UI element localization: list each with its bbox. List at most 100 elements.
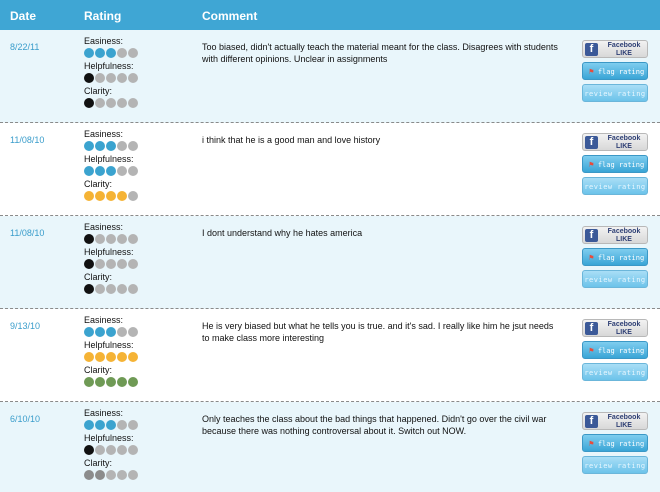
rating-date: 11/08/10 bbox=[10, 228, 45, 238]
clarity-label: Clarity: bbox=[84, 86, 113, 96]
flag-rating-button[interactable]: ⚑ flag rating bbox=[582, 434, 648, 452]
flag-rating-label: flag rating bbox=[597, 161, 645, 169]
clarity-dot bbox=[128, 470, 138, 480]
flag-icon: ⚑ bbox=[589, 253, 594, 262]
facebook-like-label-top: Facebook bbox=[607, 42, 641, 49]
facebook-like-button[interactable]: f Facebook LIKE bbox=[582, 226, 648, 244]
ratings-list: 8/22/11 Easiness: Helpfulness: Clarity: … bbox=[0, 30, 660, 492]
rating-date: 9/13/10 bbox=[10, 321, 41, 331]
clarity-dot bbox=[106, 377, 116, 387]
clarity-dot bbox=[95, 470, 105, 480]
easiness-dot bbox=[95, 420, 105, 430]
clarity-dot bbox=[128, 98, 138, 108]
easiness-dots bbox=[84, 47, 194, 59]
facebook-like-label-top: Facebook bbox=[607, 228, 641, 235]
helpfulness-dot bbox=[128, 352, 138, 362]
rating-comment: Too biased, didn't actually teach the ma… bbox=[202, 42, 558, 64]
helpfulness-dot bbox=[84, 259, 94, 269]
clarity-label: Clarity: bbox=[84, 365, 113, 375]
easiness-dot bbox=[95, 141, 105, 151]
flag-rating-label: flag rating bbox=[597, 347, 645, 355]
easiness-dot bbox=[84, 420, 94, 430]
flag-rating-label: flag rating bbox=[597, 254, 645, 262]
clarity-dot bbox=[106, 98, 116, 108]
review-rating-label: review rating bbox=[584, 90, 646, 98]
rating-row: 8/22/11 Easiness: Helpfulness: Clarity: … bbox=[0, 30, 660, 123]
helpfulness-dot bbox=[84, 445, 94, 455]
clarity-dots bbox=[84, 376, 194, 388]
facebook-icon: f bbox=[585, 415, 598, 428]
easiness-dot bbox=[117, 48, 127, 58]
clarity-dot bbox=[95, 284, 105, 294]
review-rating-button[interactable]: review rating bbox=[582, 456, 648, 474]
easiness-dot bbox=[84, 327, 94, 337]
review-rating-button[interactable]: review rating bbox=[582, 177, 648, 195]
easiness-dot bbox=[128, 48, 138, 58]
helpfulness-dot bbox=[95, 259, 105, 269]
clarity-dot bbox=[106, 191, 116, 201]
clarity-dot bbox=[84, 98, 94, 108]
facebook-like-label-top: Facebook bbox=[607, 135, 641, 142]
flag-rating-button[interactable]: ⚑ flag rating bbox=[582, 62, 648, 80]
helpfulness-label: Helpfulness: bbox=[84, 61, 134, 71]
helpfulness-dot bbox=[117, 166, 127, 176]
rating-row: 11/08/10 Easiness: Helpfulness: Clarity:… bbox=[0, 216, 660, 309]
facebook-like-label-top: Facebook bbox=[607, 414, 641, 421]
rating-scores: Easiness: Helpfulness: Clarity: bbox=[84, 129, 194, 204]
rating-date: 11/08/10 bbox=[10, 135, 45, 145]
facebook-icon: f bbox=[585, 136, 598, 149]
clarity-dot bbox=[95, 377, 105, 387]
facebook-like-button[interactable]: f Facebook LIKE bbox=[582, 319, 648, 337]
helpfulness-dot bbox=[84, 166, 94, 176]
flag-rating-button[interactable]: ⚑ flag rating bbox=[582, 155, 648, 173]
rating-comment: Only teaches the class about the bad thi… bbox=[202, 414, 547, 436]
easiness-label: Easiness: bbox=[84, 408, 124, 418]
easiness-dots bbox=[84, 140, 194, 152]
helpfulness-dot bbox=[128, 166, 138, 176]
helpfulness-dots bbox=[84, 351, 194, 363]
helpfulness-label: Helpfulness: bbox=[84, 154, 134, 164]
easiness-dots bbox=[84, 233, 194, 245]
clarity-dot bbox=[117, 284, 127, 294]
easiness-dot bbox=[128, 420, 138, 430]
facebook-like-button[interactable]: f Facebook LIKE bbox=[582, 412, 648, 430]
facebook-like-button[interactable]: f Facebook LIKE bbox=[582, 40, 648, 58]
review-rating-button[interactable]: review rating bbox=[582, 84, 648, 102]
clarity-dot bbox=[95, 191, 105, 201]
clarity-dot bbox=[84, 377, 94, 387]
easiness-dot bbox=[84, 141, 94, 151]
easiness-label: Easiness: bbox=[84, 129, 124, 139]
review-rating-button[interactable]: review rating bbox=[582, 270, 648, 288]
easiness-dot bbox=[117, 420, 127, 430]
flag-rating-button[interactable]: ⚑ flag rating bbox=[582, 341, 648, 359]
helpfulness-dot bbox=[106, 73, 116, 83]
easiness-dot bbox=[84, 48, 94, 58]
rating-date: 8/22/11 bbox=[10, 42, 40, 52]
helpfulness-dot bbox=[117, 445, 127, 455]
easiness-dot bbox=[117, 141, 127, 151]
facebook-like-button[interactable]: f Facebook LIKE bbox=[582, 133, 648, 151]
flag-rating-label: flag rating bbox=[597, 440, 645, 448]
helpfulness-label: Helpfulness: bbox=[84, 433, 134, 443]
clarity-dot bbox=[128, 191, 138, 201]
clarity-dot bbox=[84, 191, 94, 201]
review-rating-button[interactable]: review rating bbox=[582, 363, 648, 381]
clarity-dot bbox=[117, 98, 127, 108]
helpfulness-dot bbox=[106, 445, 116, 455]
clarity-dots bbox=[84, 283, 194, 295]
clarity-dot bbox=[106, 470, 116, 480]
clarity-dots bbox=[84, 97, 194, 109]
clarity-label: Clarity: bbox=[84, 272, 113, 282]
flag-icon: ⚑ bbox=[589, 160, 594, 169]
clarity-dot bbox=[128, 284, 138, 294]
helpfulness-dot bbox=[117, 259, 127, 269]
flag-rating-button[interactable]: ⚑ flag rating bbox=[582, 248, 648, 266]
rating-actions: f Facebook LIKE ⚑ flag rating review rat… bbox=[582, 133, 650, 199]
flag-rating-label: flag rating bbox=[597, 68, 645, 76]
review-rating-label: review rating bbox=[584, 183, 646, 191]
helpfulness-dots bbox=[84, 258, 194, 270]
helpfulness-dots bbox=[84, 444, 194, 456]
clarity-dot bbox=[117, 470, 127, 480]
column-header-rating: Rating bbox=[84, 9, 122, 23]
easiness-dot bbox=[106, 48, 116, 58]
